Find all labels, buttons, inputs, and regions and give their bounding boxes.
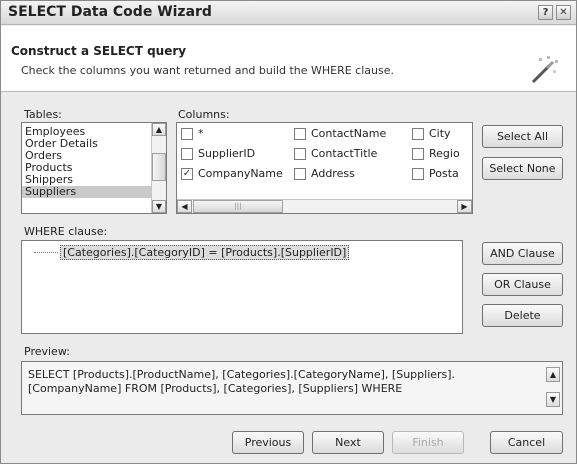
checkbox[interactable] bbox=[412, 147, 424, 160]
wizard-header: Construct a SELECT query Check the colum… bbox=[1, 26, 576, 92]
next-button[interactable]: Next bbox=[312, 431, 384, 454]
column-checkbox-address[interactable]: Address bbox=[294, 167, 355, 180]
column-checkbox-supplierid[interactable]: SupplierID bbox=[181, 147, 255, 160]
column-checkbox-city[interactable]: City bbox=[412, 127, 451, 140]
scroll-thumb[interactable]: ||| bbox=[193, 200, 283, 213]
checkbox[interactable] bbox=[181, 147, 193, 160]
list-item-selected[interactable]: Suppliers bbox=[22, 186, 166, 198]
cancel-button[interactable]: Cancel bbox=[490, 431, 563, 454]
columns-scrollbar[interactable]: ◀ ||| ▶ bbox=[177, 199, 472, 213]
column-checkbox-region[interactable]: Regio bbox=[412, 147, 460, 160]
checkbox[interactable] bbox=[294, 147, 306, 160]
wizard-window: SELECT Data Code Wizard ? ✕ Construct a … bbox=[0, 0, 577, 464]
scroll-left-icon[interactable]: ◀ bbox=[177, 200, 192, 213]
checkbox[interactable] bbox=[294, 127, 306, 140]
help-button[interactable]: ? bbox=[538, 5, 553, 20]
window-title: SELECT Data Code Wizard bbox=[8, 4, 212, 20]
checkbox[interactable] bbox=[412, 127, 424, 140]
where-label: WHERE clause: bbox=[24, 225, 108, 238]
column-checkbox-companyname[interactable]: ✓ CompanyName bbox=[181, 167, 283, 180]
columns-list[interactable]: * ContactName City SupplierID ContactTit… bbox=[176, 122, 473, 214]
checkbox[interactable] bbox=[412, 167, 424, 180]
where-condition-item[interactable]: [Categories].[CategoryID] = [Products].[… bbox=[60, 245, 350, 260]
column-checkbox-contactname[interactable]: ContactName bbox=[294, 127, 386, 140]
close-button[interactable]: ✕ bbox=[556, 5, 571, 20]
where-clause-tree[interactable]: [Categories].[CategoryID] = [Products].[… bbox=[21, 240, 463, 334]
column-checkbox-postalcode[interactable]: Posta bbox=[412, 167, 459, 180]
select-none-button[interactable]: Select None bbox=[482, 157, 563, 180]
scroll-up-icon[interactable]: ▲ bbox=[152, 123, 166, 136]
finish-button: Finish bbox=[392, 431, 464, 454]
tables-label: Tables: bbox=[24, 108, 62, 121]
column-checkbox-contacttitle[interactable]: ContactTitle bbox=[294, 147, 377, 160]
preview-textbox[interactable]: SELECT [Products].[ProductName], [Catego… bbox=[21, 361, 563, 415]
tables-scrollbar[interactable]: ▲ ▼ bbox=[151, 123, 166, 213]
page-title: Construct a SELECT query bbox=[11, 44, 187, 58]
tree-connector bbox=[34, 252, 58, 253]
page-subtitle: Check the columns you want returned and … bbox=[21, 64, 394, 77]
preview-sql: SELECT [Products].[ProductName], [Catego… bbox=[28, 368, 456, 395]
scroll-right-icon[interactable]: ▶ bbox=[457, 200, 472, 213]
column-checkbox-star[interactable]: * bbox=[181, 127, 204, 140]
tables-list[interactable]: Employees Order Details Orders Products … bbox=[21, 122, 167, 214]
scroll-down-icon[interactable]: ▼ bbox=[546, 392, 560, 407]
or-clause-button[interactable]: OR Clause bbox=[482, 273, 563, 296]
preview-label: Preview: bbox=[24, 345, 70, 358]
previous-button[interactable]: Previous bbox=[232, 431, 304, 454]
scroll-down-icon[interactable]: ▼ bbox=[152, 200, 166, 213]
scroll-up-icon[interactable]: ▲ bbox=[546, 367, 560, 382]
delete-button[interactable]: Delete bbox=[482, 304, 563, 327]
and-clause-button[interactable]: AND Clause bbox=[482, 242, 563, 265]
select-all-button[interactable]: Select All bbox=[482, 125, 563, 148]
checkbox[interactable] bbox=[181, 127, 193, 140]
columns-label: Columns: bbox=[178, 108, 230, 121]
checkbox-checked[interactable]: ✓ bbox=[181, 167, 193, 180]
title-bar: SELECT Data Code Wizard ? ✕ bbox=[1, 1, 576, 25]
scroll-thumb[interactable] bbox=[152, 153, 166, 181]
magic-wand-icon bbox=[531, 56, 558, 84]
checkbox[interactable] bbox=[294, 167, 306, 180]
